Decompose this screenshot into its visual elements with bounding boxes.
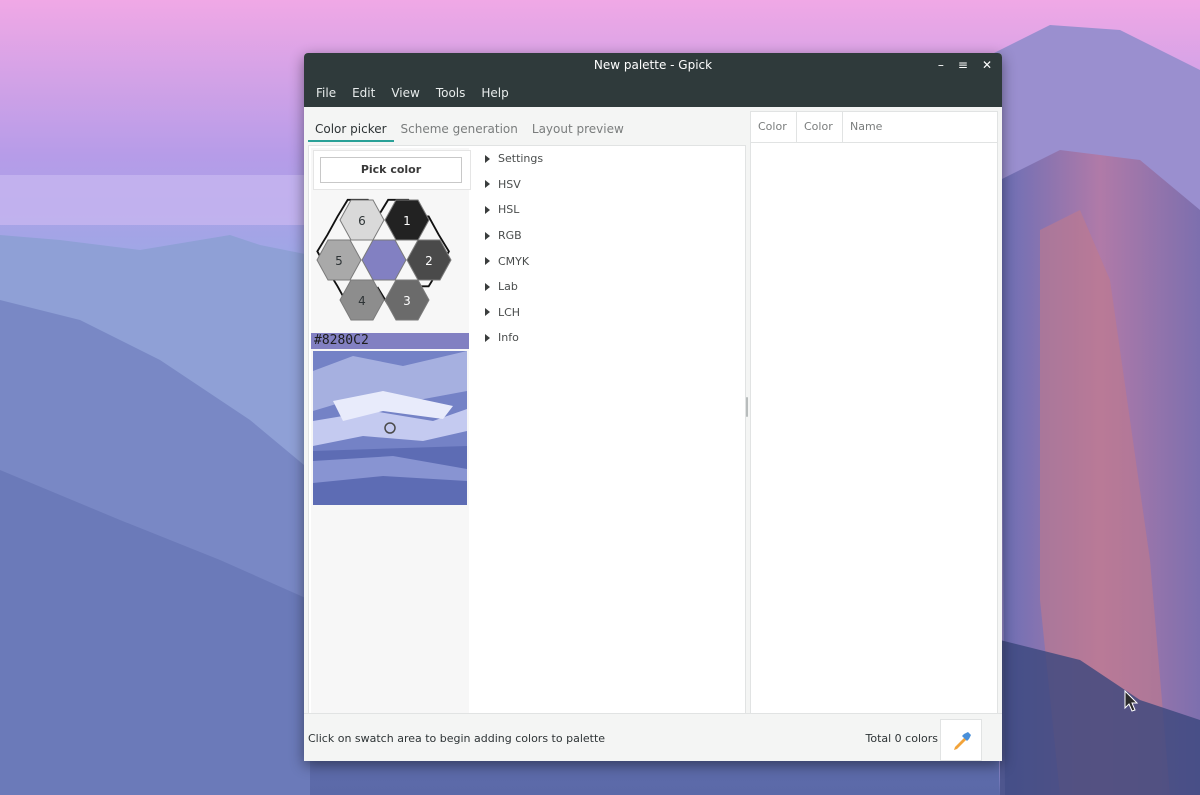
main-content: Color picker Scheme generation Layout pr…: [304, 107, 1002, 714]
status-bar: Click on swatch area to begin adding col…: [304, 713, 1002, 761]
eyedropper-icon: [954, 732, 971, 750]
tab-layout-preview[interactable]: Layout preview: [525, 122, 631, 142]
menu-tools[interactable]: Tools: [428, 86, 474, 100]
tab-scheme-generation[interactable]: Scheme generation: [394, 122, 525, 142]
expander-icon: [485, 308, 490, 317]
tree-item-hsv[interactable]: HSV: [479, 172, 745, 198]
expander-icon: [485, 333, 490, 342]
swatch-3-label: 3: [403, 294, 411, 308]
tree-label: Info: [498, 331, 519, 345]
swatch-4-label: 4: [358, 294, 366, 308]
expander-icon: [485, 282, 490, 291]
column-header-color-2[interactable]: Color: [797, 112, 843, 142]
expander-icon: [485, 154, 490, 163]
tree-item-lab[interactable]: Lab: [479, 274, 745, 300]
palette-list[interactable]: Color Color Name: [750, 111, 998, 714]
title-bar[interactable]: New palette - Gpick – ≡ ✕: [304, 53, 1002, 78]
swatch-2-label: 2: [425, 254, 433, 268]
swatch-2[interactable]: 2: [406, 239, 452, 281]
gpick-window: New palette - Gpick – ≡ ✕ File Edit View…: [304, 53, 1002, 761]
status-hint: Click on swatch area to begin adding col…: [308, 732, 606, 745]
tree-item-settings[interactable]: Settings: [479, 146, 745, 172]
pane-resize-handle[interactable]: [746, 397, 748, 417]
menu-view[interactable]: View: [383, 86, 427, 100]
status-total: Total 0 colors: [865, 732, 939, 745]
picker-column: Pick color 6 1 5 2 4 3 #8280C2: [311, 148, 471, 713]
pick-color-button[interactable]: Pick color: [320, 157, 462, 183]
color-picker-page: Pick color 6 1 5 2 4 3 #8280C2 Settings …: [308, 145, 746, 714]
tree-label: Lab: [498, 280, 518, 294]
menu-file[interactable]: File: [308, 86, 344, 100]
menu-help[interactable]: Help: [473, 86, 516, 100]
tree-label: CMYK: [498, 254, 530, 268]
tree-item-lch[interactable]: LCH: [479, 300, 745, 326]
window-title: New palette - Gpick: [593, 58, 713, 72]
tree-label: HSV: [498, 177, 521, 191]
menu-edit[interactable]: Edit: [344, 86, 383, 100]
palette-column-headers: Color Color Name: [751, 112, 997, 143]
expander-icon: [485, 257, 490, 266]
color-info-tree: Settings HSV HSL RGB CMYK Lab LCH Info: [479, 146, 745, 351]
tree-item-cmyk[interactable]: CMYK: [479, 248, 745, 274]
tree-label: LCH: [498, 305, 521, 319]
minimize-button[interactable]: –: [938, 53, 944, 78]
swatch-6-label: 6: [358, 214, 366, 228]
close-button[interactable]: ✕: [982, 53, 992, 78]
tree-item-info[interactable]: Info: [479, 325, 745, 351]
swatch-1[interactable]: 1: [384, 199, 430, 241]
swatch-6[interactable]: 6: [339, 199, 385, 241]
menu-bar: File Edit View Tools Help: [304, 78, 1002, 107]
eyedropper-button[interactable]: [940, 719, 982, 761]
hex-value-field[interactable]: #8280C2: [311, 333, 469, 349]
expander-icon: [485, 205, 490, 214]
column-header-name[interactable]: Name: [843, 112, 997, 142]
swatch-1-label: 1: [403, 214, 411, 228]
zoomed-preview[interactable]: [313, 351, 467, 505]
expander-icon: [485, 231, 490, 240]
swatch-hexagons[interactable]: 6 1 5 2 4 3: [315, 192, 465, 330]
expander-icon: [485, 180, 490, 189]
notebook: Color picker Scheme generation Layout pr…: [308, 111, 746, 714]
pick-button-frame: Pick color: [313, 150, 471, 190]
tree-label: HSL: [498, 203, 520, 217]
maximize-button[interactable]: ≡: [958, 53, 968, 78]
swatch-5-label: 5: [335, 254, 343, 268]
swatch-center[interactable]: [361, 239, 407, 281]
mouse-cursor-icon: [1124, 690, 1139, 712]
tab-strip: Color picker Scheme generation Layout pr…: [308, 111, 744, 142]
tree-label: Settings: [498, 152, 544, 166]
tab-color-picker[interactable]: Color picker: [308, 122, 394, 142]
swatch-4[interactable]: 4: [339, 279, 385, 321]
swatch-5[interactable]: 5: [316, 239, 362, 281]
tree-label: RGB: [498, 229, 522, 243]
tree-item-rgb[interactable]: RGB: [479, 223, 745, 249]
column-header-color-1[interactable]: Color: [751, 112, 797, 142]
tree-item-hsl[interactable]: HSL: [479, 197, 745, 223]
